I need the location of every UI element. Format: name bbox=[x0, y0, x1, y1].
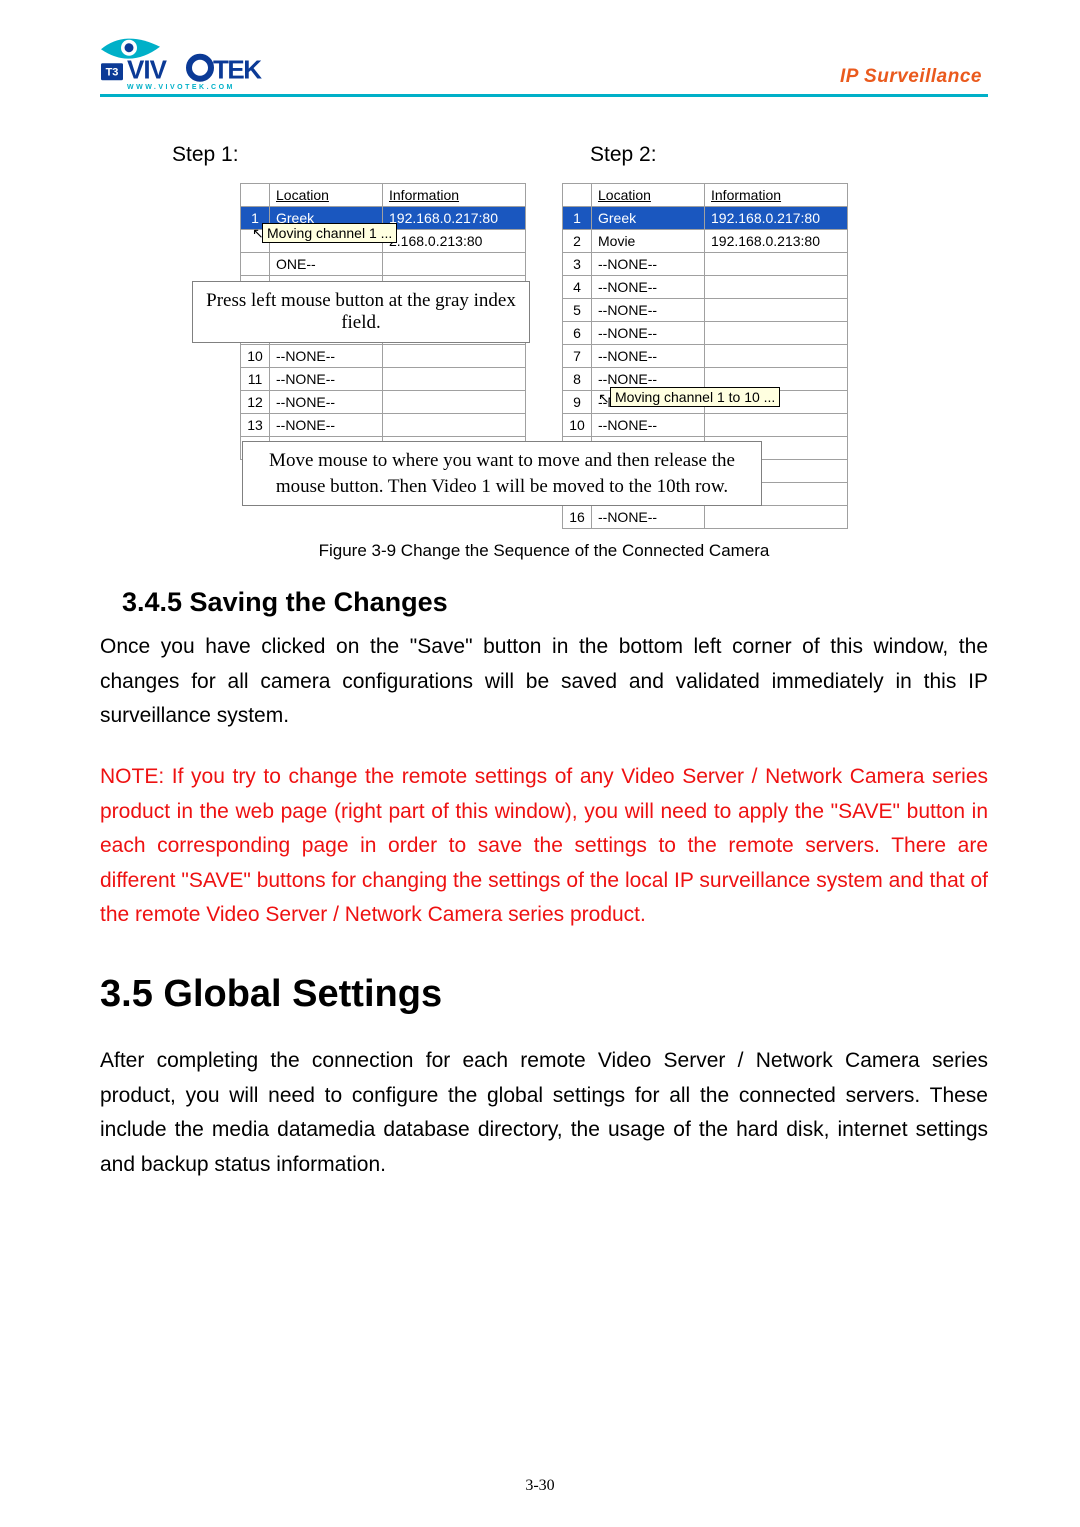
table-row[interactable]: 4 --NONE-- bbox=[563, 276, 848, 299]
table-row[interactable]: 1 Greek 192.168.0.217:80 bbox=[563, 207, 848, 230]
vivotek-logo: T3 VIV TEK WWW.VIVOTEK.COM bbox=[100, 34, 270, 92]
table-row[interactable]: 13 --NONE-- bbox=[241, 414, 526, 437]
th-information: Information bbox=[383, 184, 526, 207]
steps-row: Step 1: Step 2: bbox=[100, 143, 988, 167]
svg-text:T3: T3 bbox=[106, 66, 119, 78]
cell-info: 192.168.0.217:80 bbox=[383, 207, 526, 230]
table-row[interactable]: 10 --NONE-- bbox=[563, 414, 848, 437]
page-header: T3 VIV TEK WWW.VIVOTEK.COM IP Surveillan… bbox=[100, 34, 988, 92]
ip-surveillance-label: IP Surveillance bbox=[840, 66, 988, 92]
figure-3-9: Location Information 1 Greek 192.168.0.2… bbox=[100, 183, 988, 529]
table-row[interactable]: ONE-- bbox=[241, 253, 526, 276]
drag-tooltip-step2: Moving channel 1 to 10 ... bbox=[610, 387, 780, 407]
table-row[interactable]: 16 --NONE-- bbox=[563, 506, 848, 529]
step1-label: Step 1: bbox=[172, 143, 560, 167]
cursor-icon: ↖ bbox=[252, 225, 264, 242]
th-location: Location bbox=[592, 184, 705, 207]
table-row[interactable]: 7 --NONE-- bbox=[563, 345, 848, 368]
cursor-icon: ↖ bbox=[598, 390, 610, 407]
table-row[interactable]: 2 Movie 192.168.0.213:80 bbox=[563, 230, 848, 253]
table-row[interactable]: 6 --NONE-- bbox=[563, 322, 848, 345]
th-idx bbox=[241, 184, 270, 207]
callout-step2: Move mouse to where you want to move and… bbox=[242, 441, 762, 506]
header-rule bbox=[100, 94, 988, 97]
drag-tooltip-step1: Moving channel 1 ... bbox=[262, 223, 397, 243]
svg-text:VIV: VIV bbox=[127, 54, 168, 84]
table-row[interactable]: 3 --NONE-- bbox=[563, 253, 848, 276]
table-row[interactable]: 11 --NONE-- bbox=[241, 368, 526, 391]
svg-text:WWW.VIVOTEK.COM: WWW.VIVOTEK.COM bbox=[127, 84, 235, 91]
heading-3-5: 3.5 Global Settings bbox=[100, 973, 988, 1016]
table-row[interactable]: 5 --NONE-- bbox=[563, 299, 848, 322]
th-information: Information bbox=[705, 184, 848, 207]
table-row[interactable]: 10 --NONE-- bbox=[241, 345, 526, 368]
step2-label: Step 2: bbox=[590, 143, 978, 167]
table-header-row: Location Information bbox=[563, 184, 848, 207]
table-row[interactable]: 12 --NONE-- bbox=[241, 391, 526, 414]
callout-step1: Press left mouse button at the gray inde… bbox=[192, 281, 530, 343]
paragraph-note-red: NOTE: If you try to change the remote se… bbox=[100, 760, 988, 933]
th-location: Location bbox=[270, 184, 383, 207]
page-number: 3-30 bbox=[0, 1477, 1080, 1495]
svg-text:TEK: TEK bbox=[213, 54, 262, 84]
table-header-row: Location Information bbox=[241, 184, 526, 207]
paragraph-saving-changes: Once you have clicked on the "Save" butt… bbox=[100, 630, 988, 734]
heading-3-4-5: 3.4.5 Saving the Changes bbox=[100, 587, 988, 618]
figure-caption: Figure 3-9 Change the Sequence of the Co… bbox=[100, 541, 988, 561]
paragraph-global-settings: After completing the connection for each… bbox=[100, 1044, 988, 1183]
